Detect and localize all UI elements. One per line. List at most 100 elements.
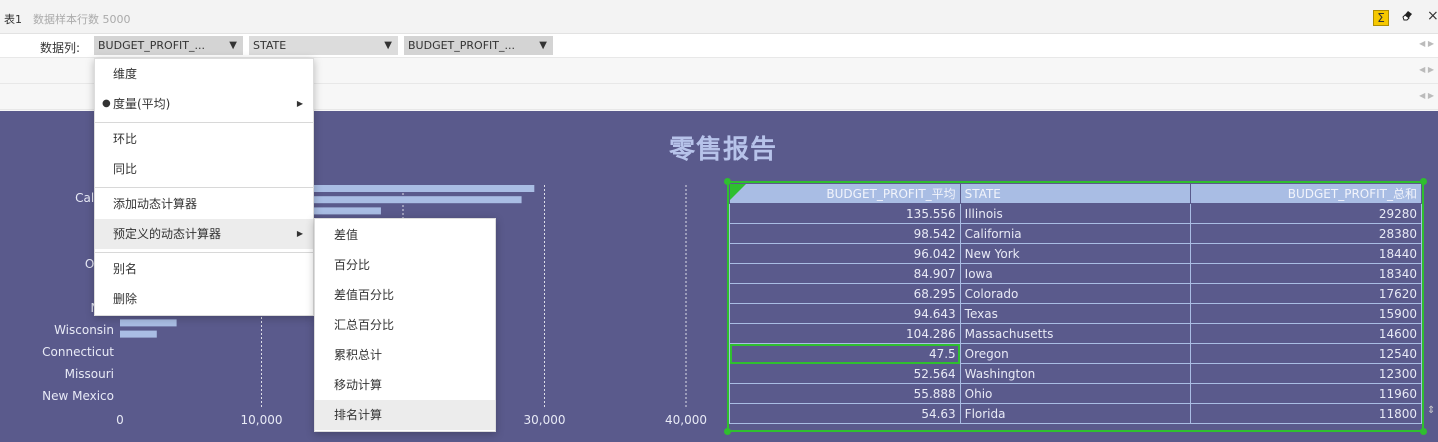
table-cell-state[interactable]: Florida [959,403,1192,424]
chevron-down-icon: ▼ [384,40,392,51]
predefined-calc-submenu: 差值 百分比 差值百分比 汇总百分比 累积总计 移动计算 排名计算 [314,218,496,432]
header-budget-profit-avg[interactable]: BUDGET_PROFIT_平均 [729,183,961,204]
chevron-down-icon: ▼ [229,40,237,51]
table-cell-avg[interactable]: 96.042 [729,243,961,264]
table-row[interactable]: 68.295 Colorado 17620 [729,283,1422,304]
submenu-item-percent-difference[interactable]: 差值百分比 [315,280,495,310]
table-cell-state[interactable]: Colorado [959,283,1192,304]
x-tick-label: 0 [116,413,124,427]
submenu-arrow-icon: ▶ [296,99,303,108]
table-cell-state[interactable]: Oregon [959,343,1192,364]
table-cell-avg[interactable]: 54.63 [729,403,961,424]
y-tick-label: Missouri [65,367,114,381]
x-tick-label: 40,000 [665,413,707,427]
sample-rows-text: 数据样本行数 5000 [33,13,131,26]
table-row[interactable]: 55.888 Ohio 11960 [729,383,1422,404]
field-pill-budget-profit-sum[interactable]: BUDGET_PROFIT_... ▼ [404,36,553,55]
table-cell-avg[interactable]: 94.643 [729,303,961,324]
field-pill-label: BUDGET_PROFIT_... [98,39,205,52]
field-context-menu: 维度 ● 度量(平均) ▶ 环比 同比 添加动态计算器 预定义的动态计算器 ▶ 别名 … [94,58,314,316]
chart-bar[interactable] [120,330,157,338]
y-tick-label: Wisconsin [54,323,114,337]
table-cell-state[interactable]: California [959,223,1192,244]
table-cell-avg[interactable]: 47.5 [729,343,961,364]
scroll-indicator-icon[interactable]: ⇕ [1427,405,1435,416]
table-cell-sum[interactable]: 18340 [1190,263,1422,284]
scroll-arrows-icon[interactable]: ◀ ▶ [1419,39,1434,48]
y-tick-label: New Mexico [42,389,114,403]
sum-icon[interactable]: Σ [1373,10,1389,26]
table-cell-sum[interactable]: 29280 [1190,203,1422,224]
table-cell-sum[interactable]: 28380 [1190,223,1422,244]
table-cell-state[interactable]: New York [959,243,1192,264]
sheet-title: 表1 [4,13,22,26]
table-row[interactable]: 94.643 Texas 15900 [729,303,1422,324]
table-cell-state[interactable]: Washington [959,363,1192,384]
table-row[interactable]: 104.286 Massachusetts 14600 [729,323,1422,344]
scroll-arrows-icon[interactable]: ◀ ▶ [1419,91,1434,100]
table-cell-sum[interactable]: 17620 [1190,283,1422,304]
table-cell-sum[interactable]: 12300 [1190,363,1422,384]
table-cell-state[interactable]: Massachusetts [959,323,1192,344]
table-cell-sum[interactable]: 12540 [1190,343,1422,364]
header-state[interactable]: STATE [959,183,1192,204]
menu-item-alias[interactable]: 别名 [95,254,313,284]
chart-bar[interactable] [120,319,177,327]
resize-handle[interactable] [1420,428,1427,435]
menu-item-year-compare[interactable]: 同比 [95,154,313,184]
table-cell-avg[interactable]: 52.564 [729,363,961,384]
table-row[interactable]: 96.042 New York 18440 [729,243,1422,264]
submenu-item-percent[interactable]: 百分比 [315,250,495,280]
table-cell-avg[interactable]: 104.286 [729,323,961,344]
table-cell-state[interactable]: Iowa [959,263,1192,284]
menu-item-delete[interactable]: 删除 [95,284,313,314]
table-row[interactable]: 98.542 California 28380 [729,223,1422,244]
menu-divider [95,187,313,188]
submenu-item-running-total[interactable]: 累积总计 [315,340,495,370]
eraser-icon[interactable] [1401,9,1413,24]
scroll-arrows-icon[interactable]: ◀ ▶ [1419,65,1434,74]
menu-item-dimension[interactable]: 维度 [95,59,313,89]
selection-corner-icon [730,184,746,200]
data-table: BUDGET_PROFIT_平均 STATE BUDGET_PROFIT_总和 … [729,183,1422,424]
header-budget-profit-sum[interactable]: BUDGET_PROFIT_总和 [1190,183,1422,204]
top-bar: 表1 数据样本行数 5000 Σ × [0,0,1438,34]
close-icon[interactable]: × [1427,8,1438,24]
table-cell-avg[interactable]: 135.556 [729,203,961,224]
submenu-item-rank-calc[interactable]: 排名计算 [315,400,495,430]
table-cell-state[interactable]: Illinois [959,203,1192,224]
table-cell-avg[interactable]: 98.542 [729,223,961,244]
menu-item-predefined-calc[interactable]: 预定义的动态计算器 ▶ [95,219,313,249]
field-pill-budget-profit-avg[interactable]: BUDGET_PROFIT_... ▼ [94,36,243,55]
submenu-item-difference[interactable]: 差值 [315,220,495,250]
menu-item-add-dynamic-calc[interactable]: 添加动态计算器 [95,189,313,219]
table-cell-avg[interactable]: 68.295 [729,283,961,304]
table-cell-state[interactable]: Texas [959,303,1192,324]
table-cell-state[interactable]: Ohio [959,383,1192,404]
submenu-item-moving-calc[interactable]: 移动计算 [315,370,495,400]
table-row[interactable]: 84.907 Iowa 18340 [729,263,1422,284]
table-cell-sum[interactable]: 11800 [1190,403,1422,424]
data-table-container[interactable]: BUDGET_PROFIT_平均 STATE BUDGET_PROFIT_总和 … [724,178,1427,435]
x-tick-label: 30,000 [524,413,566,427]
table-row[interactable]: 135.556 Illinois 29280 [729,203,1422,224]
resize-handle[interactable] [724,178,731,185]
table-row[interactable]: 54.63 Florida 11800 [729,403,1422,424]
table-cell-sum[interactable]: 11960 [1190,383,1422,404]
table-cell-sum[interactable]: 15900 [1190,303,1422,324]
table-cell-sum[interactable]: 18440 [1190,243,1422,264]
menu-item-period-compare[interactable]: 环比 [95,124,313,154]
table-row[interactable]: 47.5 Oregon 12540 [729,343,1422,364]
resize-handle[interactable] [1420,178,1427,185]
field-pill-label: STATE [253,39,287,52]
table-cell-sum[interactable]: 14600 [1190,323,1422,344]
submenu-item-percent-of-total[interactable]: 汇总百分比 [315,310,495,340]
table-cell-avg[interactable]: 84.907 [729,263,961,284]
menu-item-measure-avg[interactable]: ● 度量(平均) ▶ [95,89,313,119]
resize-handle[interactable] [724,428,731,435]
table-row[interactable]: 52.564 Washington 12300 [729,363,1422,384]
field-pill-state[interactable]: STATE ▼ [249,36,398,55]
table-cell-avg[interactable]: 55.888 [729,383,961,404]
selected-dot-icon: ● [102,98,111,109]
menu-divider [95,122,313,123]
